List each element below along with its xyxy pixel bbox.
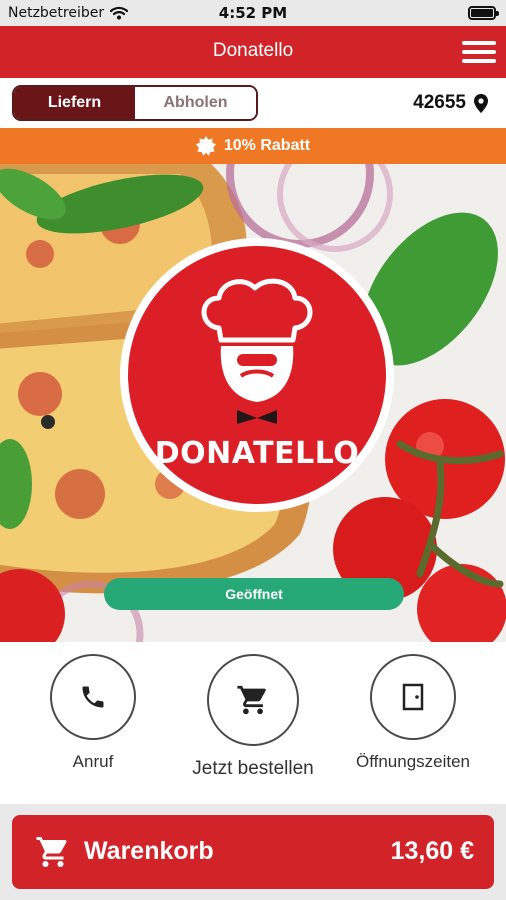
delivery-option[interactable]: Liefern — [14, 87, 135, 119]
discount-text: 10% Rabatt — [223, 137, 311, 154]
open-status-badge[interactable]: Geöffnet — [104, 578, 404, 610]
shopping-cart-icon — [36, 837, 67, 867]
cart-label: Warenkorb — [84, 837, 214, 865]
clock: 4:52 PM — [218, 4, 288, 22]
cart-button[interactable]: Warenkorb 13,60 € — [12, 815, 494, 889]
cart-icon — [237, 685, 266, 715]
zip-code: 42655 — [413, 92, 466, 113]
location-selector[interactable]: 42655 — [413, 92, 488, 114]
call-label: Anruf — [72, 752, 114, 771]
order-mode-bar: Liefern Abholen 42655 — [0, 78, 506, 128]
call-button[interactable]: Anruf — [28, 654, 158, 772]
hamburger-menu-icon[interactable] — [462, 39, 496, 65]
opening-hours-label: Öffnungszeiten — [355, 752, 471, 771]
chef-icon — [201, 278, 313, 424]
order-mode-toggle: Liefern Abholen — [12, 85, 258, 121]
map-pin-icon — [474, 93, 488, 113]
battery-icon — [468, 6, 499, 20]
cart-total: 13,60 € — [390, 837, 474, 865]
discount-banner: 10% Rabatt — [0, 128, 506, 164]
order-now-button[interactable]: Jetzt bestellen — [188, 654, 318, 780]
page-title: Donatello — [212, 40, 294, 61]
status-bar: Netzbetreiber 4:52 PM — [0, 0, 506, 26]
pickup-option[interactable]: Abholen — [135, 87, 256, 119]
order-now-label: Jetzt bestellen — [192, 758, 314, 779]
opening-hours-button[interactable]: Öffnungszeiten — [348, 654, 478, 772]
quick-actions: Anruf Jetzt bestellen Öffnungszeiten — [0, 642, 506, 804]
app-header: Donatello — [0, 26, 506, 78]
logo-wordmark: DONATELLO — [154, 436, 360, 471]
app-screen: Netzbetreiber 4:52 PM Donatello Liefern … — [0, 0, 506, 900]
restaurant-logo: DONATELLO — [120, 238, 394, 512]
phone-icon — [82, 686, 104, 708]
discount-badge-icon — [195, 136, 216, 156]
door-icon — [402, 683, 424, 711]
hero-banner: DONATELLO Geöffnet — [0, 164, 506, 642]
